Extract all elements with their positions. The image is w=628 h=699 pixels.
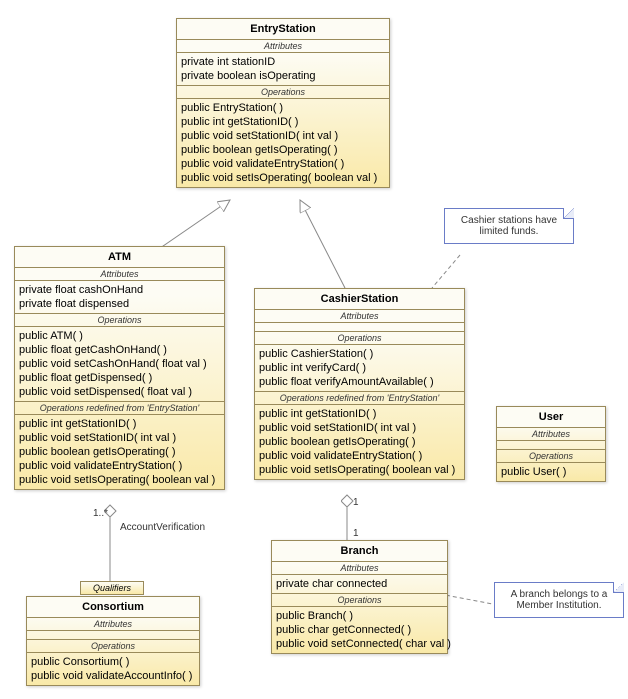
class-title: Consortium [27,597,199,618]
operations-body: public Branch( ) public char getConnecte… [272,607,447,653]
multiplicity: 1 [353,497,359,508]
attributes-body [497,441,605,450]
section-label-attributes: Attributes [497,428,605,441]
section-label-redefined: Operations redefined from 'EntryStation' [15,402,224,415]
section-label-operations: Operations [27,640,199,653]
section-label-operations: Operations [497,450,605,463]
op-row: public void setDispensed( float val ) [19,385,220,399]
op-row: public void validateEntryStation( ) [181,157,385,171]
op-row: public int getStationID( ) [259,407,460,421]
section-label-operations: Operations [272,594,447,607]
section-label-attributes: Attributes [255,310,464,323]
multiplicity: 1 [353,528,359,539]
op-row: public void setStationID( int val ) [19,431,220,445]
op-row: public float verifyAmountAvailable( ) [259,375,460,389]
note-branch[interactable]: A branch belongs to a Member Institution… [494,582,624,618]
op-row: public int getStationID( ) [19,417,220,431]
multiplicity: 1..* [93,508,108,519]
op-row: public Branch( ) [276,609,443,623]
op-row: public void setIsOperating( boolean val … [259,463,460,477]
class-title: User [497,407,605,428]
class-entry-station[interactable]: EntryStation Attributes private int stat… [176,18,390,188]
attributes-body [27,631,199,640]
attr-row: private char connected [276,577,443,591]
assoc-name: AccountVerification [120,522,205,533]
section-label-attributes: Attributes [27,618,199,631]
operations-body: public User( ) [497,463,605,481]
op-row: public float getDispensed( ) [19,371,220,385]
op-row: public void validateEntryStation( ) [259,449,460,463]
op-row: public CashierStation( ) [259,347,460,361]
op-row: public User( ) [501,465,601,479]
op-row: public int verifyCard( ) [259,361,460,375]
op-row: public void setStationID( int val ) [181,129,385,143]
op-row: public char getConnected( ) [276,623,443,637]
note-cashier[interactable]: Cashier stations have limited funds. [444,208,574,244]
operations-body: public CashierStation( ) public int veri… [255,345,464,392]
attr-row: private boolean isOperating [181,69,385,83]
section-label-attributes: Attributes [177,40,389,53]
attr-row: private int stationID [181,55,385,69]
op-row: public void validateEntryStation( ) [19,459,220,473]
op-row: public boolean getIsOperating( ) [181,143,385,157]
class-atm[interactable]: ATM Attributes private float cashOnHand … [14,246,225,490]
class-title: Branch [272,541,447,562]
class-user[interactable]: User Attributes Operations public User( … [496,406,606,482]
section-label-operations: Operations [177,86,389,99]
op-row: public void setIsOperating( boolean val … [19,473,220,487]
class-title: ATM [15,247,224,268]
operations-body: public EntryStation( ) public int getSta… [177,99,389,187]
section-label-attributes: Attributes [272,562,447,575]
section-label-redefined: Operations redefined from 'EntryStation' [255,392,464,405]
class-title: CashierStation [255,289,464,310]
op-row: public boolean getIsOperating( ) [19,445,220,459]
attributes-body: private char connected [272,575,447,594]
section-label-operations: Operations [15,314,224,327]
op-row: public void validateAccountInfo( ) [31,669,195,683]
note-text: A branch belongs to a Member Institution… [511,589,608,611]
op-row: public void setCashOnHand( float val ) [19,357,220,371]
section-label-attributes: Attributes [15,268,224,281]
op-row: public float getCashOnHand( ) [19,343,220,357]
attr-row: private float dispensed [19,297,220,311]
op-row: public void setIsOperating( boolean val … [181,171,385,185]
redefined-body: public int getStationID( ) public void s… [15,415,224,489]
class-consortium[interactable]: Consortium Attributes Operations public … [26,596,200,686]
attr-row: private float cashOnHand [19,283,220,297]
class-cashier-station[interactable]: CashierStation Attributes Operations pub… [254,288,465,480]
qualifier-label: Qualifiers [93,583,131,593]
operations-body: public ATM( ) public float getCashOnHand… [15,327,224,402]
section-label-operations: Operations [255,332,464,345]
op-row: public int getStationID( ) [181,115,385,129]
class-branch[interactable]: Branch Attributes private char connected… [271,540,448,654]
attributes-body: private float cashOnHand private float d… [15,281,224,314]
attributes-body [255,323,464,332]
attributes-body: private int stationID private boolean is… [177,53,389,86]
qualifier-box: Qualifiers [80,581,144,595]
op-row: public EntryStation( ) [181,101,385,115]
op-row: public void setConnected( char val ) [276,637,443,651]
operations-body: public Consortium( ) public void validat… [27,653,199,685]
op-row: public void setStationID( int val ) [259,421,460,435]
class-title: EntryStation [177,19,389,40]
note-text: Cashier stations have limited funds. [461,215,557,237]
op-row: public Consortium( ) [31,655,195,669]
op-row: public boolean getIsOperating( ) [259,435,460,449]
op-row: public ATM( ) [19,329,220,343]
redefined-body: public int getStationID( ) public void s… [255,405,464,479]
